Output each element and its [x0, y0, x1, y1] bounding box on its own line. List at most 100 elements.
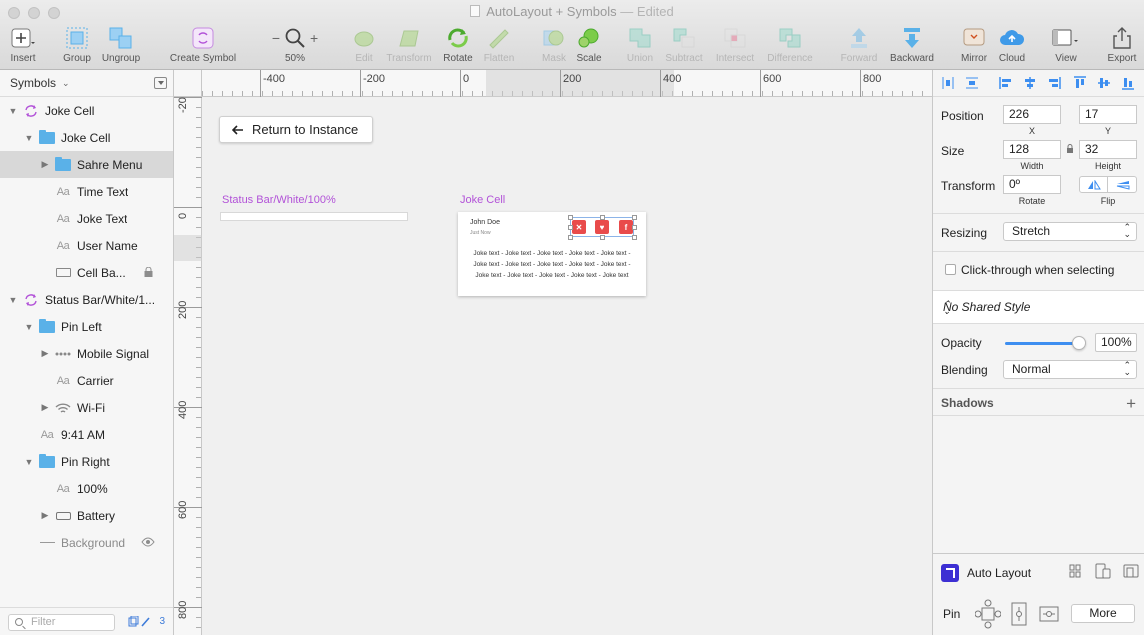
subtract-button[interactable]: Subtract [661, 24, 707, 64]
pin-horizontal-icon[interactable] [1039, 606, 1059, 622]
joke-cell-artboard-label[interactable]: Joke Cell [460, 194, 505, 206]
layer-row[interactable]: Background [0, 529, 173, 556]
resize-handle[interactable] [632, 235, 637, 240]
click-through-checkbox[interactable] [945, 264, 956, 275]
layer-row[interactable]: Aa Time Text [0, 178, 173, 205]
time-text[interactable]: Just Now [470, 230, 491, 236]
disclosure-open-icon[interactable]: ▼ [24, 322, 34, 332]
devices-preview-icon[interactable] [1095, 563, 1111, 579]
vertical-ruler[interactable]: -20 0 200 400 600 800 [174, 97, 202, 635]
pin-vertical-icon[interactable] [1011, 602, 1027, 626]
layer-count-icon[interactable] [128, 616, 152, 628]
resize-handle[interactable] [600, 215, 605, 220]
zoom-in-button[interactable]: + [310, 30, 318, 46]
layer-filter-input[interactable]: Filter [8, 614, 115, 631]
layer-row[interactable]: Aa Carrier [0, 367, 173, 394]
height-input[interactable]: 32 [1079, 140, 1137, 159]
edit-button[interactable]: Edit [350, 24, 378, 64]
layer-row[interactable]: ▼ Joke Cell [0, 97, 173, 124]
eye-icon[interactable] [141, 537, 155, 547]
disclosure-closed-icon[interactable]: ▶ [40, 510, 50, 521]
rotate-button[interactable]: Rotate [441, 24, 475, 64]
difference-button[interactable]: Difference [762, 24, 818, 64]
distribute-vertical-icon[interactable] [965, 76, 979, 90]
resize-handle[interactable] [632, 225, 637, 230]
share-like-button[interactable]: ♥ [595, 220, 609, 234]
resize-handle[interactable] [568, 215, 573, 220]
layer-row[interactable]: ▶ Wi-Fi [0, 394, 173, 421]
tablet-preview-icon[interactable] [1123, 563, 1139, 579]
disclosure-closed-icon[interactable]: ▶ [40, 159, 50, 170]
opacity-slider-track[interactable] [1005, 342, 1081, 345]
view-button[interactable]: View [1049, 24, 1083, 64]
shared-style-select[interactable]: No Shared Style ⌃ ⌄ [933, 290, 1144, 324]
layer-row[interactable]: ▼ Joke Cell [0, 124, 173, 151]
width-input[interactable]: 128 [1003, 140, 1061, 159]
export-button[interactable]: Export [1105, 24, 1139, 64]
blending-select[interactable]: Normal ⌃ ⌄ [1003, 360, 1137, 379]
insert-button[interactable]: Insert [6, 24, 40, 64]
return-to-instance-button[interactable]: Return to Instance [219, 116, 373, 143]
opacity-input[interactable]: 100% [1095, 333, 1137, 352]
transform-button[interactable]: Transform [383, 24, 435, 64]
zoom-control[interactable]: − + 50% [263, 24, 327, 64]
lock-icon[interactable] [144, 267, 153, 277]
disclosure-closed-icon[interactable]: ▶ [40, 402, 50, 413]
joke-text[interactable]: Joke text - Joke text - Joke text - Joke… [470, 248, 634, 281]
scale-button[interactable]: Scale [573, 24, 605, 64]
flip-vertical-button[interactable] [1109, 177, 1137, 192]
page-selector[interactable]: Symbols ⌄ [0, 70, 173, 97]
joke-cell-artboard[interactable]: John Doe Just Now Joke text - Joke text … [458, 212, 646, 296]
stack-layout-icon[interactable] [1069, 564, 1081, 578]
collapse-layers-button[interactable] [154, 77, 167, 89]
layer-row[interactable]: Aa 100% [0, 475, 173, 502]
resize-handle[interactable] [600, 235, 605, 240]
disclosure-open-icon[interactable]: ▼ [24, 133, 34, 143]
align-left-icon[interactable] [999, 76, 1013, 90]
align-middle-vertical-icon[interactable] [1097, 76, 1111, 90]
resizing-select[interactable]: Stretch ⌃ ⌄ [1003, 222, 1137, 241]
layer-row[interactable]: ▼ Status Bar/White/1... [0, 286, 173, 313]
mask-button[interactable]: Mask [539, 24, 569, 64]
horizontal-ruler[interactable]: -400 -200 0 200 400 600 800 [202, 70, 932, 97]
user-name-text[interactable]: John Doe [470, 219, 500, 226]
ungroup-button[interactable]: Ungroup [99, 24, 143, 64]
disclosure-open-icon[interactable]: ▼ [8, 295, 18, 305]
resize-handle[interactable] [632, 215, 637, 220]
layer-row[interactable]: Aa 9:41 AM [0, 421, 173, 448]
layer-row[interactable]: Cell Ba... [0, 259, 173, 286]
flatten-button[interactable]: Flatten [481, 24, 517, 64]
flip-horizontal-button[interactable] [1080, 177, 1108, 192]
cloud-button[interactable]: Cloud [996, 24, 1028, 64]
align-center-horizontal-icon[interactable] [1023, 76, 1037, 90]
align-top-icon[interactable] [1073, 76, 1087, 90]
forward-button[interactable]: Forward [838, 24, 880, 64]
resize-handle[interactable] [568, 225, 573, 230]
status-bar-artboard-label[interactable]: Status Bar/White/100% [222, 194, 336, 206]
position-x-input[interactable]: 226 [1003, 105, 1061, 124]
resize-handle[interactable] [568, 235, 573, 240]
canvas[interactable]: -400 -200 0 200 400 600 800 -20 0 200 400 600 800 R… [174, 70, 932, 635]
backward-button[interactable]: Backward [886, 24, 938, 64]
layer-row[interactable]: ▶ Battery [0, 502, 173, 529]
group-button[interactable]: Group [61, 24, 93, 64]
layer-row[interactable]: ▼ Pin Right [0, 448, 173, 475]
share-close-button[interactable]: ✕ [572, 220, 586, 234]
layer-row[interactable]: ▶ Sahre Menu [0, 151, 173, 178]
align-right-icon[interactable] [1047, 76, 1061, 90]
intersect-button[interactable]: Intersect [712, 24, 758, 64]
zoom-out-button[interactable]: − [272, 30, 280, 46]
layer-row[interactable]: Aa User Name [0, 232, 173, 259]
create-symbol-button[interactable]: Create Symbol [166, 24, 240, 64]
opacity-slider-knob[interactable] [1072, 336, 1086, 350]
layer-row[interactable]: ▼ Pin Left [0, 313, 173, 340]
align-bottom-icon[interactable] [1121, 76, 1135, 90]
rotate-input[interactable]: 0º [1003, 175, 1061, 194]
union-button[interactable]: Union [624, 24, 656, 64]
position-y-input[interactable]: 17 [1079, 105, 1137, 124]
pin-edges-icon[interactable] [975, 599, 1001, 629]
disclosure-closed-icon[interactable]: ▶ [40, 348, 50, 359]
disclosure-open-icon[interactable]: ▼ [8, 106, 18, 116]
layer-row[interactable]: Aa Joke Text [0, 205, 173, 232]
layer-row[interactable]: ▶ Mobile Signal [0, 340, 173, 367]
